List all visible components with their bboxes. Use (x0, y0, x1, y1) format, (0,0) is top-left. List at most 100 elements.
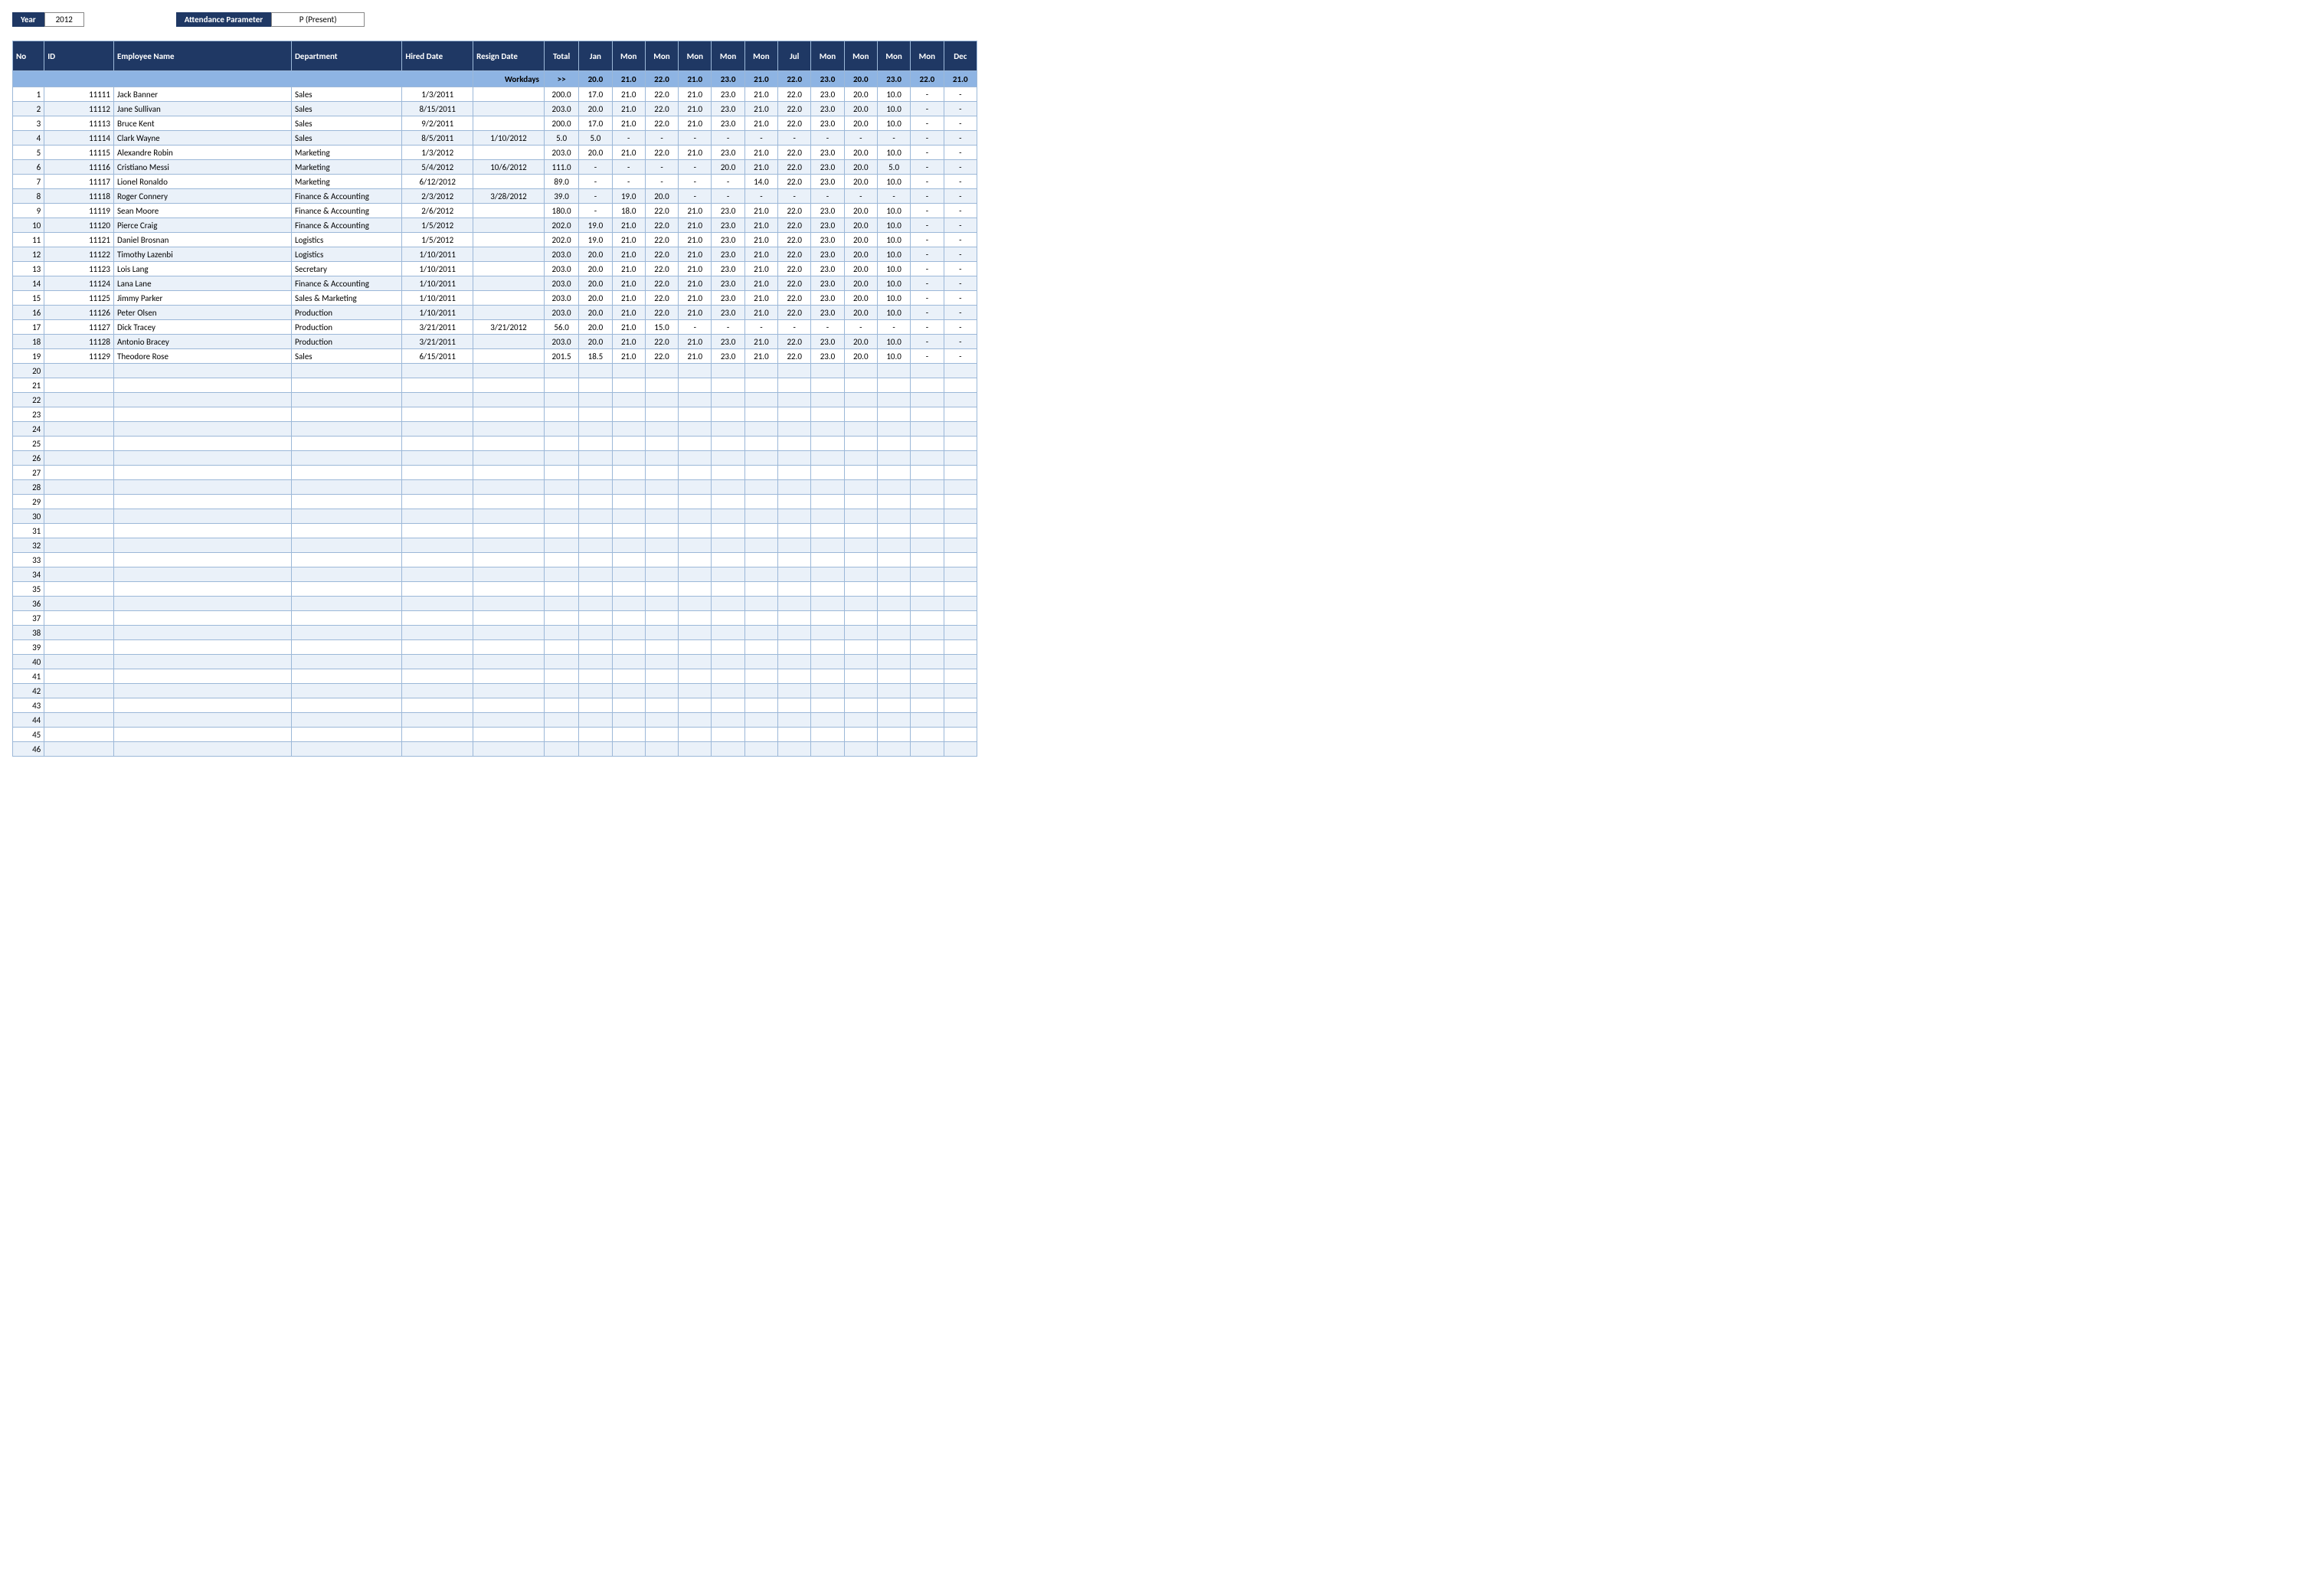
cell-month[interactable]: - (744, 131, 777, 146)
cell-empty[interactable] (579, 713, 612, 728)
cell-empty[interactable] (944, 713, 977, 728)
cell-month[interactable]: - (877, 131, 910, 146)
cell-month[interactable]: 22.0 (778, 349, 811, 364)
cell-month[interactable]: 23.0 (811, 218, 844, 233)
cell-month[interactable]: - (712, 320, 744, 335)
cell-resign[interactable] (473, 204, 545, 218)
cell-month[interactable]: 22.0 (645, 204, 678, 218)
cell-month[interactable]: - (944, 218, 977, 233)
cell-empty[interactable] (712, 728, 744, 742)
cell-empty[interactable] (911, 582, 944, 597)
cell-month[interactable]: 22.0 (778, 233, 811, 247)
cell-empty[interactable] (744, 553, 777, 567)
cell-empty[interactable] (402, 684, 473, 698)
cell-empty[interactable] (402, 538, 473, 553)
cell-empty[interactable] (402, 698, 473, 713)
cell-empty[interactable] (744, 364, 777, 378)
cell-month[interactable]: 22.0 (778, 175, 811, 189)
cell-empty[interactable] (579, 422, 612, 437)
col-month[interactable]: Dec (944, 41, 977, 71)
cell-month[interactable]: - (778, 189, 811, 204)
cell-empty[interactable] (402, 509, 473, 524)
cell-empty[interactable] (44, 393, 114, 407)
cell-month[interactable]: - (844, 131, 877, 146)
cell-empty[interactable] (113, 728, 291, 742)
cell-empty[interactable] (44, 495, 114, 509)
cell-month[interactable]: 21.0 (744, 87, 777, 102)
cell-empty[interactable] (911, 626, 944, 640)
cell-empty[interactable] (113, 422, 291, 437)
cell-empty[interactable] (944, 684, 977, 698)
cell-month[interactable]: 22.0 (645, 247, 678, 262)
cell-empty[interactable] (579, 407, 612, 422)
cell-month[interactable]: 21.0 (744, 247, 777, 262)
cell-empty[interactable] (844, 378, 877, 393)
cell-month[interactable]: - (944, 349, 977, 364)
cell-empty[interactable] (579, 364, 612, 378)
cell-month[interactable]: - (579, 160, 612, 175)
cell-empty[interactable] (473, 655, 545, 669)
cell-empty[interactable] (778, 597, 811, 611)
cell-month[interactable]: - (944, 160, 977, 175)
cell-empty[interactable] (113, 553, 291, 567)
cell-month[interactable]: 20.0 (844, 306, 877, 320)
cell-resign[interactable] (473, 218, 545, 233)
col-id[interactable]: ID (44, 41, 114, 71)
cell-empty[interactable] (844, 728, 877, 742)
cell-empty[interactable] (778, 466, 811, 480)
cell-month[interactable]: 23.0 (811, 349, 844, 364)
cell-empty[interactable] (44, 451, 114, 466)
cell-month[interactable]: - (911, 233, 944, 247)
cell-name[interactable]: Pierce Craig (113, 218, 291, 233)
table-row[interactable]: 911119Sean MooreFinance & Accounting2/6/… (13, 204, 977, 218)
cell-empty[interactable] (679, 437, 712, 451)
cell-empty[interactable] (402, 567, 473, 582)
cell-empty[interactable] (911, 713, 944, 728)
cell-no[interactable]: 38 (13, 626, 44, 640)
cell-month[interactable]: - (612, 160, 645, 175)
cell-empty[interactable] (473, 524, 545, 538)
col-resign[interactable]: Resign Date (473, 41, 545, 71)
cell-empty[interactable] (113, 698, 291, 713)
cell-month[interactable]: 22.0 (778, 160, 811, 175)
cell-empty[interactable] (679, 567, 712, 582)
cell-empty[interactable] (712, 480, 744, 495)
cell-empty[interactable] (944, 451, 977, 466)
cell-month[interactable]: 23.0 (712, 146, 744, 160)
cell-empty[interactable] (844, 684, 877, 698)
cell-empty[interactable] (44, 698, 114, 713)
cell-month[interactable]: 22.0 (778, 247, 811, 262)
cell-empty[interactable] (679, 640, 712, 655)
cell-month[interactable]: 21.0 (612, 146, 645, 160)
cell-dept[interactable]: Sales (291, 87, 401, 102)
cell-empty[interactable] (291, 626, 401, 640)
cell-month[interactable]: - (911, 306, 944, 320)
cell-empty[interactable] (844, 422, 877, 437)
cell-month[interactable]: 23.0 (811, 233, 844, 247)
cell-empty[interactable] (544, 407, 578, 422)
table-row[interactable]: 31 (13, 524, 977, 538)
cell-hired[interactable]: 1/3/2012 (402, 146, 473, 160)
cell-total[interactable]: 203.0 (544, 262, 578, 276)
cell-month[interactable]: 22.0 (645, 262, 678, 276)
cell-month[interactable]: - (944, 131, 977, 146)
cell-empty[interactable] (944, 640, 977, 655)
cell-empty[interactable] (778, 698, 811, 713)
cell-empty[interactable] (544, 582, 578, 597)
cell-empty[interactable] (778, 669, 811, 684)
cell-month[interactable]: - (778, 131, 811, 146)
table-row[interactable]: 25 (13, 437, 977, 451)
cell-empty[interactable] (113, 626, 291, 640)
cell-month[interactable]: - (744, 320, 777, 335)
table-row[interactable]: 39 (13, 640, 977, 655)
cell-no[interactable]: 25 (13, 437, 44, 451)
cell-empty[interactable] (679, 742, 712, 757)
cell-empty[interactable] (877, 597, 910, 611)
cell-empty[interactable] (113, 393, 291, 407)
cell-total[interactable]: 200.0 (544, 116, 578, 131)
cell-month[interactable]: 20.0 (579, 146, 612, 160)
cell-empty[interactable] (744, 407, 777, 422)
cell-total[interactable]: 203.0 (544, 276, 578, 291)
cell-month[interactable]: - (911, 87, 944, 102)
cell-empty[interactable] (44, 422, 114, 437)
